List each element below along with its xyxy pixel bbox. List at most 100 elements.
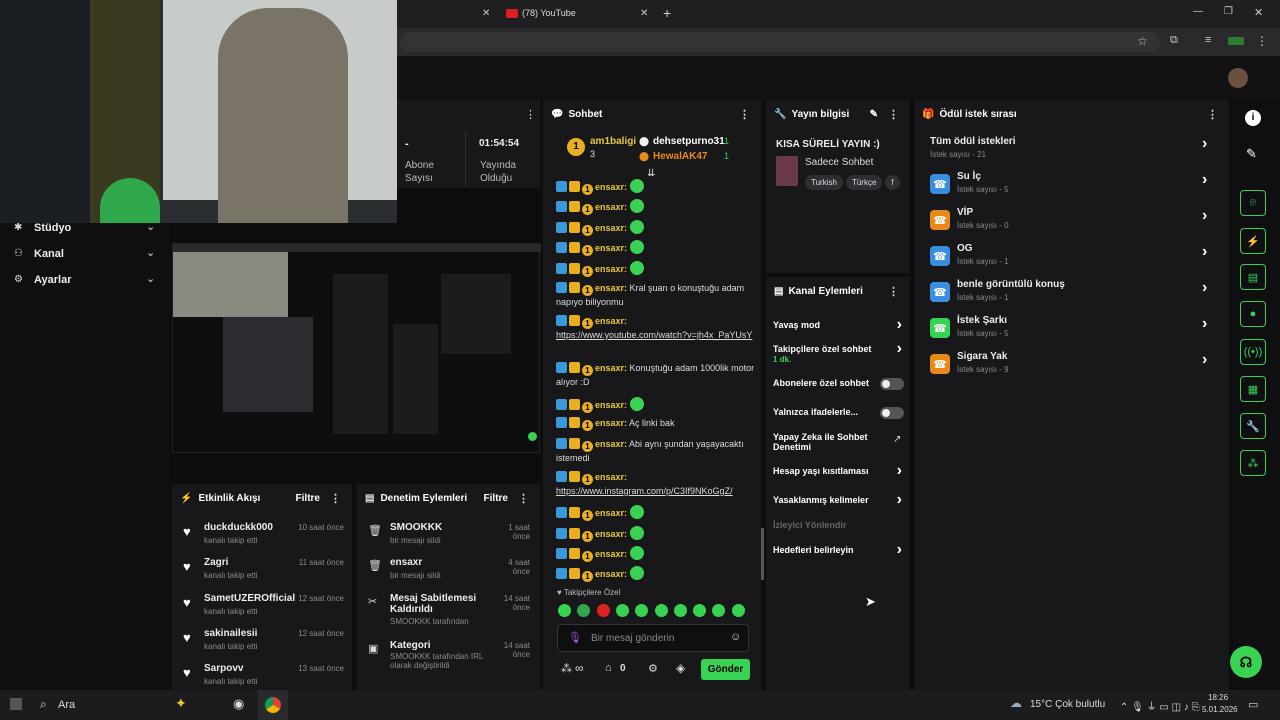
chat-message[interactable]: 1 ensaxr: Abi aynı şundan yaşayacaktı ist… bbox=[556, 438, 756, 465]
maximize-button[interactable]: ❐ bbox=[1224, 6, 1233, 17]
sparkle-icon[interactable]: ✦ bbox=[175, 695, 187, 712]
chat-message[interactable]: 1 ensaxr: Aç linki bak bbox=[556, 417, 756, 431]
filter-button[interactable]: Filtre bbox=[296, 493, 320, 504]
reward-item[interactable]: ☎ benle görüntülü konuş İstek sayısı - 1 › bbox=[914, 279, 1229, 309]
panel-menu[interactable]: ⋮ bbox=[514, 492, 532, 505]
channel-action-item[interactable]: Yapay Zeka ile Sohbet Denetimi ↗ bbox=[766, 432, 910, 456]
chat-username[interactable]: ensaxr: bbox=[595, 223, 627, 233]
close-window-button[interactable]: ✕ bbox=[1254, 6, 1263, 19]
panel-menu[interactable]: ⋮ bbox=[1203, 108, 1221, 121]
chat-message[interactable]: 1 ensaxr: bbox=[556, 526, 756, 542]
moderation-item[interactable]: 🗑 ensaxr bir mesajı sildi 4 saat önce bbox=[357, 557, 540, 597]
chat-message[interactable]: 1 ensaxr: Konuştuğu adam 1000lik motor al… bbox=[556, 362, 756, 389]
toggle-switch[interactable] bbox=[880, 407, 904, 419]
tools-button[interactable]: 🔧 bbox=[1240, 413, 1266, 439]
chat-username[interactable]: ensaxr: bbox=[595, 202, 627, 212]
menu-icon[interactable]: ⋮ bbox=[1256, 34, 1268, 48]
activity-item[interactable]: ♥ SametUZEROfficial kanalı takip etti 12 sa… bbox=[172, 593, 352, 623]
channel-action-item[interactable]: Abonelere özel sohbet bbox=[766, 378, 910, 402]
clock[interactable]: 18:26 bbox=[1208, 693, 1228, 702]
chat-username[interactable]: ensaxr: bbox=[595, 264, 627, 274]
broadcast-button[interactable]: ((•)) bbox=[1240, 339, 1266, 365]
tab-close-icon[interactable]: ✕ bbox=[482, 8, 490, 19]
chat-username[interactable]: ensaxr: bbox=[595, 418, 627, 428]
chat-username[interactable]: ensaxr: bbox=[595, 549, 627, 559]
emote-icon[interactable] bbox=[629, 179, 644, 193]
chat-username[interactable]: ensaxr: bbox=[595, 283, 627, 293]
chat-message[interactable]: 1 ensaxr: bbox=[556, 546, 756, 562]
media-icon[interactable]: ≡ bbox=[1205, 34, 1211, 46]
microphone-icon[interactable]: 🎙 bbox=[568, 631, 582, 644]
chat-username[interactable]: ensaxr: bbox=[595, 182, 627, 192]
channel-action-item[interactable]: Yasaklanmış kelimeler › bbox=[766, 491, 910, 519]
chat-username[interactable]: ensaxr: bbox=[595, 529, 627, 539]
new-tab-button[interactable]: + bbox=[663, 5, 671, 21]
chat-message[interactable]: 1 ensaxr: bbox=[556, 397, 756, 413]
follower-name[interactable]: duckduckk000 bbox=[204, 522, 273, 533]
chat-username[interactable]: ensaxr: bbox=[595, 316, 627, 326]
notification-icon[interactable]: ▭ bbox=[1248, 698, 1258, 711]
scrollbar[interactable] bbox=[761, 528, 764, 580]
tag[interactable]: Turkish bbox=[805, 175, 843, 190]
watch-party-icon[interactable]: ⁂ bbox=[561, 662, 572, 675]
chat-button[interactable]: ● bbox=[1240, 301, 1266, 327]
support-button[interactable]: ☊ bbox=[1230, 646, 1262, 678]
reward-item[interactable]: ☎ İstek Şarkı İstek sayısı - 5 › bbox=[914, 315, 1229, 345]
flash-button[interactable]: ⚡ bbox=[1240, 228, 1266, 254]
emoji-icon[interactable]: ☺ bbox=[730, 631, 741, 643]
channel-action-item[interactable]: Hesap yaşı kısıtlaması › bbox=[766, 462, 910, 490]
channel-action-item[interactable]: Hedefleri belirleyin › bbox=[766, 541, 910, 569]
reward-item[interactable]: ☎ VİP İstek sayısı - 0 › bbox=[914, 207, 1229, 237]
chat-username[interactable]: ensaxr: bbox=[595, 243, 627, 253]
chat-username[interactable]: ensaxr: bbox=[595, 439, 627, 449]
activity-item[interactable]: ♥ Sarpovv kanalı takip etti 13 saat önce bbox=[172, 663, 352, 693]
tab-prev[interactable]: ✕ bbox=[396, 0, 496, 28]
external-link-icon[interactable]: ↗ bbox=[893, 434, 901, 445]
sidebar-item-settings[interactable]: ⚙ Ayarlar ⌄ bbox=[14, 270, 170, 292]
send-button[interactable]: Gönder bbox=[701, 659, 750, 680]
category-name[interactable]: Sadece Sohbet bbox=[805, 157, 873, 168]
chat-message[interactable]: 1 ensaxr: bbox=[556, 220, 756, 236]
profile-badge-icon[interactable] bbox=[1228, 37, 1244, 45]
channel-action-item[interactable]: İzleyici Yönlendir bbox=[766, 520, 910, 544]
notes-button[interactable]: ▤ bbox=[1240, 264, 1266, 290]
tab-close-icon[interactable]: ✕ bbox=[640, 8, 648, 19]
chat-username[interactable]: ensaxr: bbox=[595, 363, 627, 373]
search-icon[interactable]: ⌕ bbox=[40, 697, 47, 712]
chat-username[interactable]: ensaxr: bbox=[595, 400, 627, 410]
tab-youtube[interactable]: (78) YouTube ✕ bbox=[500, 4, 655, 28]
chat-message[interactable]: 1 ensaxr: bbox=[556, 505, 756, 521]
share-button[interactable]: ⁂ bbox=[1240, 450, 1266, 476]
panel-menu[interactable]: ⋮ bbox=[884, 285, 902, 298]
tag[interactable]: f bbox=[885, 175, 900, 190]
emote-icon[interactable] bbox=[629, 397, 644, 411]
top-chatter-name[interactable]: am1baligi bbox=[590, 136, 636, 147]
emote-icon[interactable] bbox=[629, 566, 644, 580]
date[interactable]: 5.01.2026 bbox=[1202, 705, 1238, 714]
chat-message[interactable]: 1 ensaxr: https://www.instagram.com/p/C3I… bbox=[556, 471, 756, 498]
start-icon[interactable] bbox=[10, 698, 22, 710]
chat-input[interactable]: 🎙 Bir mesaj gönderin ☺ bbox=[557, 624, 749, 652]
app-icon[interactable]: ◉ bbox=[233, 696, 244, 712]
follower-name[interactable]: SametUZEROfficial bbox=[204, 593, 295, 604]
chat-username[interactable]: ensaxr: bbox=[595, 472, 627, 482]
emote-icon[interactable] bbox=[629, 199, 644, 213]
follower-name[interactable]: Zagri bbox=[204, 557, 228, 568]
moderation-item[interactable]: ▣ Kategori SMOOKKK tarafından IRL olarak d… bbox=[357, 640, 540, 680]
channel-action-item[interactable]: Yalnızca ifadelerle... bbox=[766, 407, 910, 431]
store-icon[interactable]: ⌂ bbox=[605, 662, 612, 674]
moderation-item[interactable]: 🗑 SMOOKKK bir mesajı sildi 1 saat önce bbox=[357, 522, 540, 562]
chat-message[interactable]: 1 ensaxr: bbox=[556, 261, 756, 277]
info-icon[interactable]: i bbox=[1245, 110, 1261, 126]
top-chatter-name[interactable]: HewalAK47 bbox=[653, 151, 707, 162]
stream-preview[interactable] bbox=[172, 243, 541, 453]
activity-item[interactable]: ♥ Zagri kanalı takip etti 11 saat önce bbox=[172, 557, 352, 587]
follower-name[interactable]: Sarpovv bbox=[204, 663, 243, 674]
reward-item[interactable]: ☎ Su İç İstek sayısı - 5 › bbox=[914, 171, 1229, 201]
url-field[interactable] bbox=[400, 32, 1160, 52]
toggle-switch[interactable] bbox=[880, 378, 904, 390]
emote-icon[interactable] bbox=[629, 526, 644, 540]
emote-icon[interactable] bbox=[654, 604, 668, 617]
emote-icon[interactable] bbox=[629, 546, 644, 560]
emote-icon[interactable] bbox=[629, 261, 644, 275]
